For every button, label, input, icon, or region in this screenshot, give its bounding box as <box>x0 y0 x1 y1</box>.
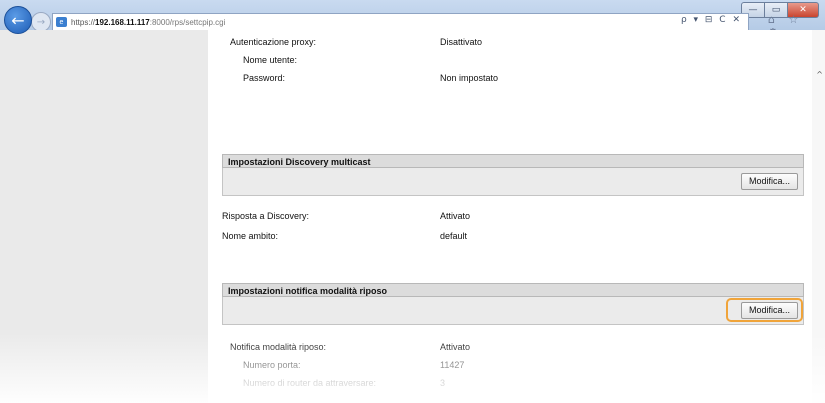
sleep-notify-row: Notifica modalità riposo: Attivato <box>230 340 800 354</box>
discovery-scope-row: Nome ambito: default <box>222 229 802 243</box>
proxy-password-label: Password: <box>243 73 286 83</box>
discovery-section-header: Impostazioni Discovery multicast <box>222 154 804 168</box>
sleep-notify-value: Attivato <box>440 342 471 352</box>
proxy-auth-row: Autenticazione proxy: Disattivato <box>230 35 800 49</box>
left-sidebar <box>0 30 208 403</box>
proxy-auth-label: Autenticazione proxy: <box>230 37 317 47</box>
sleep-routers-label: Numero di router da attraversare: <box>243 378 377 388</box>
forward-arrow-icon[interactable]: → <box>31 12 51 32</box>
sleep-routers-row: Numero di router da attraversare: 3 <box>243 376 803 390</box>
discovery-response-row: Risposta a Discovery: Attivato <box>222 209 802 223</box>
site-favicon-icon: e <box>56 17 67 27</box>
sleep-action-bar: Modifica... <box>222 297 804 325</box>
discovery-edit-button[interactable]: Modifica... <box>740 173 798 190</box>
address-tools-icons[interactable]: ρ ▾ ⊟ C ✕ <box>681 15 742 25</box>
sleep-port-value: 11427 <box>440 360 465 370</box>
sleep-port-row: Numero porta: 11427 <box>243 358 803 372</box>
proxy-password-row: Password: Non impostato <box>243 71 803 85</box>
proxy-password-value: Non impostato <box>440 73 499 83</box>
url-scheme: https:// <box>71 17 96 27</box>
url-path: :8000/rps/settcpip.cgi <box>149 17 226 27</box>
proxy-user-row: Nome utente: <box>243 53 803 67</box>
proxy-user-label: Nome utente: <box>243 55 298 65</box>
discovery-action-bar: Modifica... <box>222 168 804 196</box>
url-host: 192.168.11.117 <box>95 17 150 27</box>
vertical-scrollbar[interactable]: ^ <box>812 30 825 403</box>
discovery-response-label: Risposta a Discovery: <box>222 211 310 221</box>
discovery-scope-label: Nome ambito: <box>222 231 279 241</box>
address-bar[interactable]: e https:// 192.168.11.117 :8000/rps/sett… <box>52 13 749 31</box>
sleep-routers-value: 3 <box>440 378 446 388</box>
sleep-port-label: Numero porta: <box>243 360 301 370</box>
scroll-up-arrow-icon[interactable]: ^ <box>816 70 823 79</box>
sleep-notify-label: Notifica modalità riposo: <box>230 342 327 352</box>
sleep-edit-button[interactable]: Modifica... <box>740 302 798 319</box>
discovery-response-value: Attivato <box>440 211 471 221</box>
discovery-scope-value: default <box>440 231 468 241</box>
sleep-section-header: Impostazioni notifica modalità riposo <box>222 283 804 297</box>
back-arrow-icon[interactable]: ← <box>4 6 32 34</box>
proxy-auth-value: Disattivato <box>440 37 483 47</box>
page-area: ^ Autenticazione proxy: Disattivato Nome… <box>0 30 825 403</box>
